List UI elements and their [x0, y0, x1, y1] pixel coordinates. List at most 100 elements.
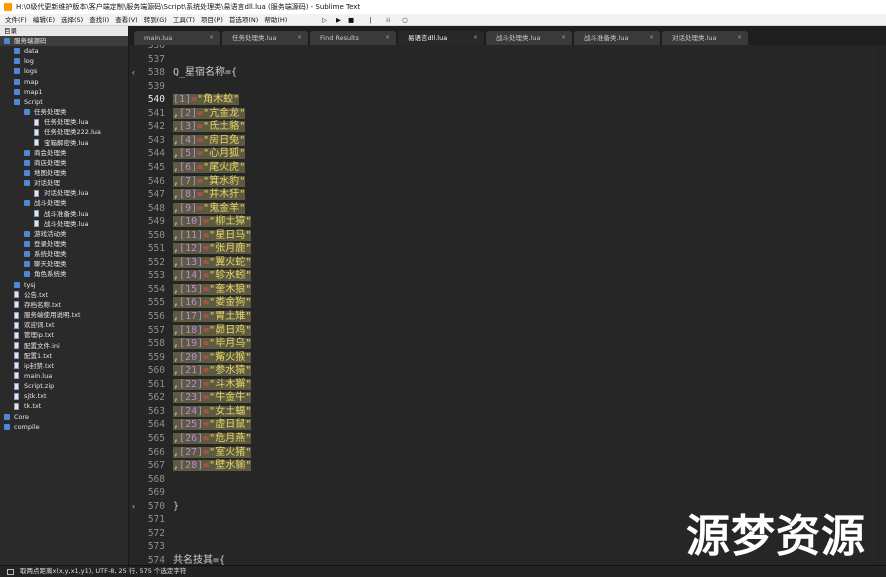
tab[interactable]: 战斗准备类.lua × [574, 31, 660, 45]
tree-folder[interactable]: 战斗处理类 [0, 198, 128, 208]
tree-file[interactable]: 欢迎词.txt [0, 320, 128, 330]
tree-folder[interactable]: 商会处理类 [0, 148, 128, 158]
menu-item[interactable]: 首选项(N) [229, 14, 258, 26]
tree-folder[interactable]: tysj [0, 280, 128, 290]
tree-folder[interactable]: Script [0, 97, 128, 107]
tree-file[interactable]: 宝箱解密类.lua [0, 138, 128, 148]
tree-folder[interactable]: map [0, 77, 128, 87]
tree-file[interactable]: 配置文件.ini [0, 341, 128, 351]
code-line[interactable]: ,[26]="危月燕" [173, 432, 252, 445]
tree-file[interactable]: 任务处理类.lua [0, 117, 128, 127]
close-icon[interactable]: × [385, 31, 390, 45]
code-line[interactable]: ,[23]="牛金牛" [173, 391, 252, 404]
close-icon[interactable]: × [297, 31, 302, 45]
menu-item[interactable]: 选择(S) [61, 14, 83, 26]
code-line[interactable]: ,[20]="觜火猴" [173, 351, 252, 364]
code-line[interactable]: ,[27]="室火猪" [173, 446, 252, 459]
code-line[interactable]: ,[13]="翼火蛇" [173, 256, 252, 269]
menu-item[interactable]: 文件(F) [5, 14, 27, 26]
menu-item[interactable]: 项目(P) [201, 14, 223, 26]
tree-folder[interactable]: 地图处理类 [0, 168, 128, 178]
code-line[interactable]: ,[5]="心月狐" [173, 147, 246, 160]
tree-folder[interactable]: 登录处理类 [0, 239, 128, 249]
code-line[interactable]: Q_星宿名称={ [173, 66, 237, 79]
fold-marker-icon[interactable]: › [131, 500, 136, 513]
close-icon[interactable]: × [209, 31, 214, 45]
grid-icon[interactable]: ⁞⁞ [386, 14, 390, 26]
code-editor[interactable]: 源梦资源 536 537 538 ‹ Q_星宿名称={539 540 [1]="角木蛟" 54… [130, 45, 886, 565]
tree-folder[interactable]: 商店处理类 [0, 158, 128, 168]
tree-file[interactable]: sjtk.txt [0, 391, 128, 401]
close-icon[interactable]: × [473, 31, 478, 45]
code-line[interactable]: ,[28]="壁水貐" [173, 459, 252, 472]
menu-item[interactable]: 工具(T) [173, 14, 195, 26]
close-icon[interactable]: × [561, 31, 566, 45]
code-line[interactable]: ,[3]="氐土貉" [173, 120, 246, 133]
code-line[interactable]: ,[21]="参水猿" [173, 364, 252, 377]
tree-file[interactable]: 存档名称.txt [0, 300, 128, 310]
tree-folder[interactable]: 服务端源码 [0, 36, 128, 46]
tree-folder[interactable]: log [0, 56, 128, 66]
tree-file[interactable]: 战斗处理类.lua [0, 219, 128, 229]
tree-file[interactable]: 对话处理类.lua [0, 188, 128, 198]
tab[interactable]: Find Results × [310, 31, 396, 45]
tree-file[interactable]: Script.zip [0, 381, 128, 391]
tree-folder[interactable]: 游戏活动类 [0, 229, 128, 239]
tab[interactable]: main.lua × [134, 31, 220, 45]
tree-folder[interactable]: Core [0, 412, 128, 422]
code-line[interactable]: ,[2]="亢金龙" [173, 107, 246, 120]
tab[interactable]: 对话处理类.lua × [662, 31, 748, 45]
tree-folder[interactable]: 系统处理类 [0, 249, 128, 259]
code-line[interactable]: ,[8]="井木犴" [173, 188, 246, 201]
tree-file[interactable]: 配置1.txt [0, 351, 128, 361]
menu-item[interactable]: 查看(V) [115, 14, 138, 26]
tree-folder[interactable]: 任务处理类 [0, 107, 128, 117]
code-line[interactable]: ,[22]="斗木獬" [173, 378, 252, 391]
tree-file[interactable]: 管理ip.txt [0, 330, 128, 340]
tree-folder[interactable]: logs [0, 66, 128, 76]
tree-folder[interactable]: map1 [0, 87, 128, 97]
tab[interactable]: 易语言dll.lua × [398, 31, 484, 45]
code-line[interactable]: } [173, 500, 179, 513]
code-line[interactable]: ,[4]="房日兔" [173, 134, 246, 147]
code-line[interactable]: ,[10]="柳土獐" [173, 215, 252, 228]
tree-file[interactable]: 战斗准备类.lua [0, 209, 128, 219]
tree-file[interactable]: tk.txt [0, 401, 128, 411]
tree-folder[interactable]: compile [0, 422, 128, 432]
code-line[interactable]: ,[17]="胃土雉" [173, 310, 252, 323]
stop-icon[interactable]: ■ [348, 14, 354, 26]
code-line[interactable]: 共名技其={ [173, 554, 225, 565]
tree-file[interactable]: ip封禁.txt [0, 361, 128, 371]
code-line[interactable]: ,[19]="毕月乌" [173, 337, 252, 350]
play-outline-icon[interactable]: ▷ [322, 14, 327, 26]
tree-folder[interactable]: 角色系统类 [0, 269, 128, 279]
code-line[interactable]: ,[16]="娄金狗" [173, 296, 252, 309]
tree-file[interactable]: 公告.txt [0, 290, 128, 300]
fold-marker-icon[interactable]: ‹ [131, 66, 136, 79]
panel-toggle-icon[interactable] [7, 569, 14, 575]
menu-item[interactable]: 编辑(E) [33, 14, 55, 26]
close-icon[interactable]: × [737, 31, 742, 45]
code-line[interactable]: ,[14]="轸水蚓" [173, 269, 252, 282]
code-line[interactable]: ,[25]="虚日鼠" [173, 418, 252, 431]
editor-scrollbar[interactable] [878, 45, 886, 565]
code-line[interactable]: ,[24]="女土蝠" [173, 405, 252, 418]
circle-icon[interactable]: ○ [402, 14, 408, 26]
menu-item[interactable]: 转到(G) [144, 14, 167, 26]
code-line[interactable]: ,[11]="星日马" [173, 229, 252, 242]
tree-file[interactable]: main.lua [0, 371, 128, 381]
tab[interactable]: 战斗处理类.lua × [486, 31, 572, 45]
menu-item[interactable]: 查找(I) [89, 14, 109, 26]
code-line[interactable]: ,[7]="箕水豹" [173, 175, 246, 188]
code-line[interactable]: ,[12]="张月鹿" [173, 242, 252, 255]
code-line[interactable]: ,[6]="尾火虎" [173, 161, 246, 174]
tree-file[interactable]: 服务端使用说明.txt [0, 310, 128, 320]
code-line[interactable]: ,[15]="奎木狼" [173, 283, 252, 296]
menu-item[interactable]: 帮助(H) [264, 14, 287, 26]
tree-folder[interactable]: 聊天处理类 [0, 259, 128, 269]
code-line[interactable]: ,[18]="昴日鸡" [173, 324, 252, 337]
close-icon[interactable]: × [649, 31, 654, 45]
tab[interactable]: 任务处理类.lua × [222, 31, 308, 45]
code-line[interactable]: [1]="角木蛟" [173, 93, 240, 106]
play-icon[interactable]: ▶ [336, 14, 341, 26]
